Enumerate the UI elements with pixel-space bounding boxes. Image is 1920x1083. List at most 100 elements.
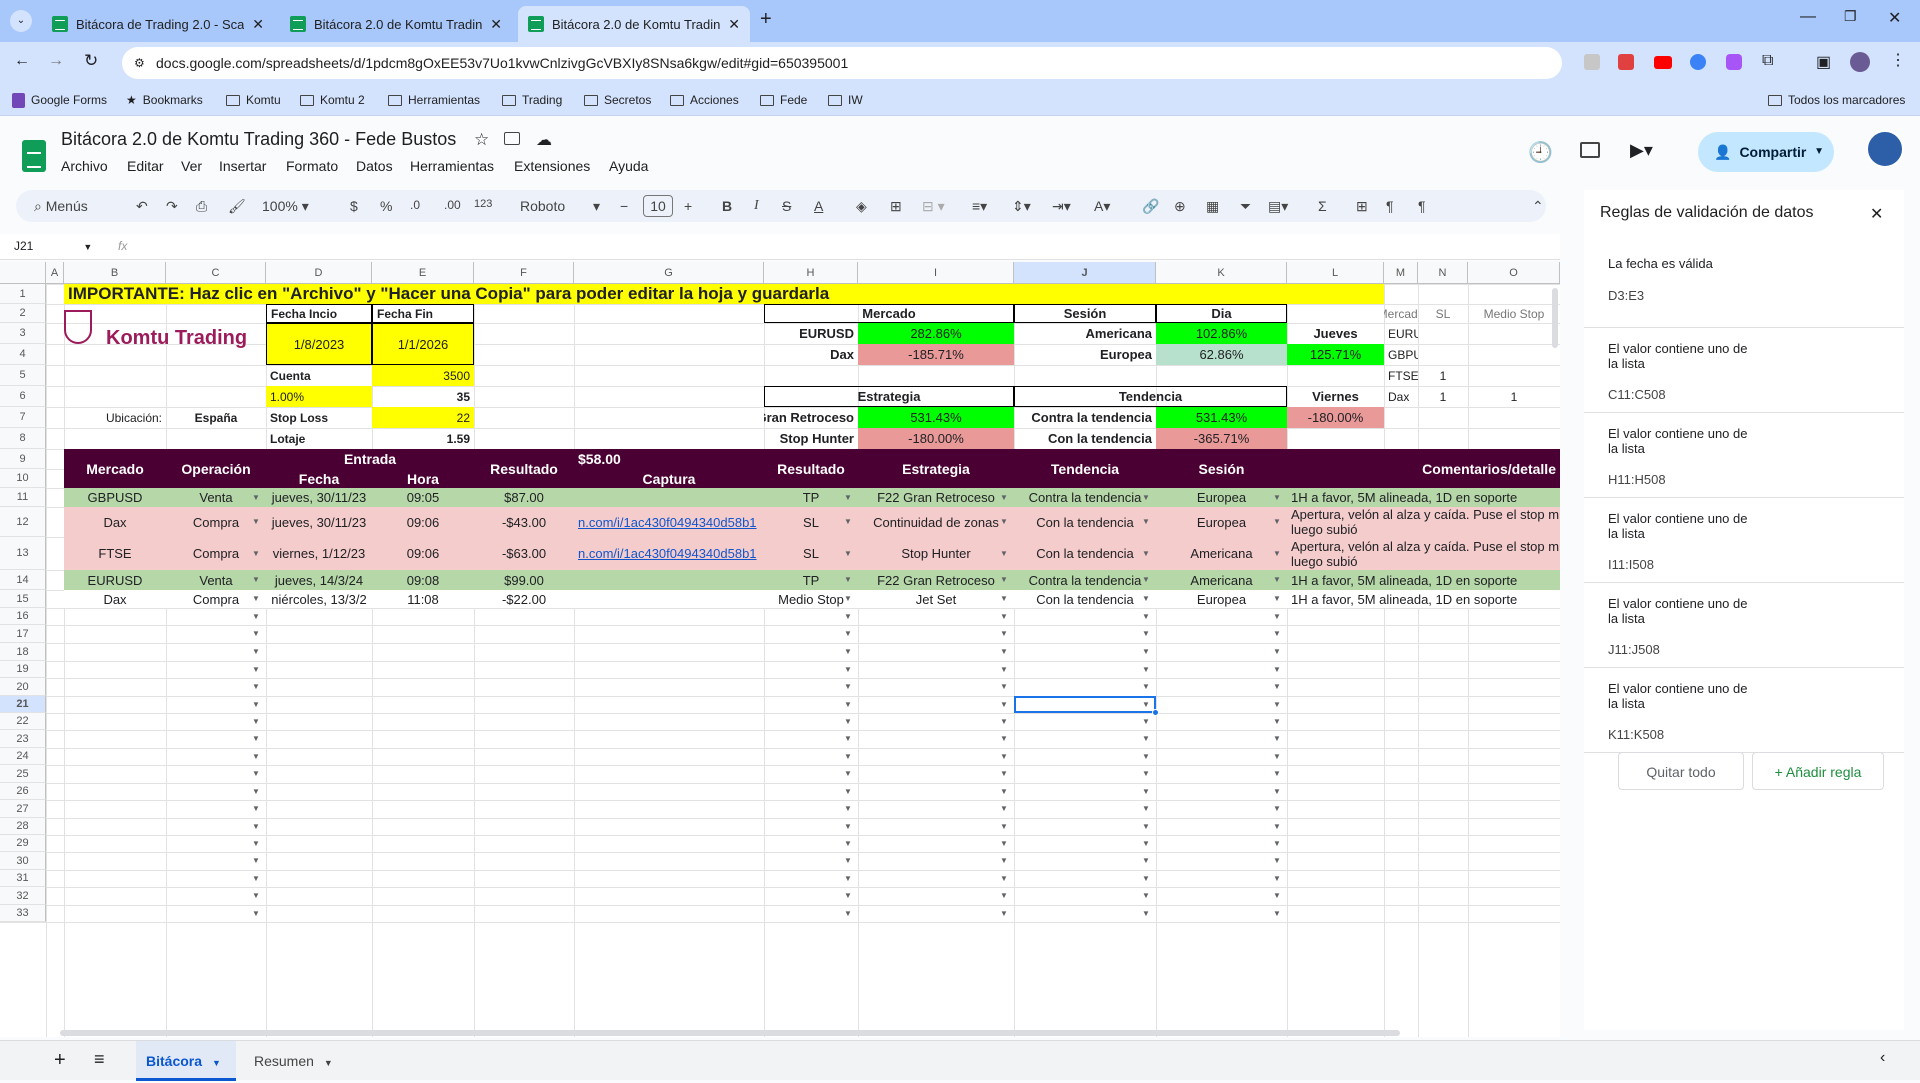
sheet-tab-resumen[interactable]: Resumen ▼ [244, 1041, 344, 1081]
row-header[interactable]: 25 [0, 765, 46, 783]
cell[interactable]: -180.00% [1287, 407, 1384, 428]
text-rotation-icon[interactable]: A▾ [1094, 198, 1110, 215]
trade-captura-link[interactable]: n.com/i/1ac430f0494340d58b1 [574, 507, 764, 537]
row-header[interactable]: 6 [0, 386, 46, 407]
trade-estrategia[interactable]: F22 Gran Retroceso [858, 570, 1014, 590]
trade-sesion[interactable]: Europea [1156, 590, 1287, 608]
cell[interactable]: SL [1418, 304, 1468, 323]
trade-fecha[interactable]: jueves, 30/11/23 [266, 488, 372, 507]
explore-icon[interactable]: ‹ [1880, 1049, 1885, 1067]
column-header[interactable]: F [474, 262, 574, 284]
dropdown-arrow-icon[interactable]: ▼ [252, 769, 260, 778]
tab-list-icon[interactable]: ⌄ [10, 10, 32, 32]
row-header[interactable]: 3 [0, 323, 46, 344]
row-header[interactable]: 1 [0, 284, 46, 304]
header-hora[interactable]: Hora [372, 469, 474, 488]
text-color-icon[interactable]: A [814, 198, 823, 214]
all-sheets-icon[interactable]: ≡ [94, 1049, 105, 1070]
minimize-icon[interactable]: — [1800, 8, 1816, 26]
paint-format-icon[interactable]: 🖌 [228, 198, 246, 215]
trade-mercado[interactable]: Dax [64, 590, 166, 608]
fill-color-icon[interactable]: ◈ [856, 198, 867, 215]
currency-format[interactable]: $ [350, 198, 358, 214]
trade-estrategia[interactable]: Stop Hunter [858, 537, 1014, 570]
validation-rule[interactable]: La fecha es válida D3:E3 [1584, 244, 1904, 328]
dropdown-arrow-icon[interactable]: ▼ [1273, 549, 1281, 558]
dropdown-arrow-icon[interactable]: ▼ [844, 629, 852, 638]
dropdown-arrow-icon[interactable]: ▼ [252, 549, 260, 558]
font-size-decrease[interactable]: − [620, 198, 628, 214]
trade-operacion[interactable]: Compra [166, 507, 266, 537]
trade-operacion[interactable]: Compra [166, 537, 266, 570]
cell[interactable]: Ubicación: [64, 407, 166, 428]
trade-estrategia[interactable]: F22 Gran Retroceso [858, 488, 1014, 507]
bookmark-google-forms[interactable]: Google Forms [12, 90, 107, 110]
trade-estrategia[interactable]: Continuidad de zonas [858, 507, 1014, 537]
trade-hora[interactable]: 09:08 [372, 570, 474, 590]
cell[interactable]: GBPUSD [1384, 344, 1418, 365]
trade-tendencia[interactable]: Con la tendencia [1014, 537, 1156, 570]
dropdown-arrow-icon[interactable]: ▼ [844, 493, 852, 502]
extensions-puzzle-icon[interactable]: ⧉ [1762, 52, 1773, 70]
cell[interactable]: Lotaje [266, 428, 372, 449]
validation-rule[interactable]: El valor contiene uno de la lista I11:I50… [1584, 499, 1904, 583]
bookmark-folder[interactable]: Komtu [226, 90, 281, 110]
dropdown-arrow-icon[interactable]: ▼ [844, 769, 852, 778]
menu-herramientas[interactable]: Herramientas [410, 158, 494, 174]
row-header[interactable]: 9 [0, 449, 46, 469]
window-close-icon[interactable]: ✕ [1888, 8, 1901, 28]
side-panel-icon[interactable]: ▣ [1816, 52, 1831, 72]
cell[interactable]: Con la tendencia [1014, 428, 1156, 449]
bold-icon[interactable]: B [722, 198, 732, 214]
header-tendencia[interactable]: Tendencia [1014, 449, 1156, 488]
cell[interactable]: EURUSD [1384, 323, 1418, 344]
name-box[interactable]: J21 ▼ [14, 239, 92, 253]
dropdown-arrow-icon[interactable]: ▼ [1000, 909, 1008, 918]
cell[interactable]: Dax [764, 344, 858, 365]
validation-rule[interactable]: El valor contiene uno de la lista K11:K50… [1584, 669, 1904, 753]
row-header[interactable]: 10 [0, 469, 46, 488]
dropdown-arrow-icon[interactable]: ▼ [1142, 575, 1150, 584]
row-header[interactable]: 21 [0, 696, 46, 713]
bookmark-folder[interactable]: Komtu 2 [300, 90, 365, 110]
cell[interactable] [1468, 365, 1560, 386]
dropdown-arrow-icon[interactable]: ▼ [1000, 629, 1008, 638]
menu-extensiones[interactable]: Extensiones [514, 158, 590, 174]
dropdown-arrow-icon[interactable]: ▼ [844, 549, 852, 558]
cell[interactable]: F22 Gran Retroceso [764, 407, 858, 428]
bookmark-folder[interactable]: Secretos [584, 90, 651, 110]
column-header[interactable]: N [1418, 262, 1468, 284]
cell[interactable]: -180.00% [858, 428, 1014, 449]
row-header[interactable]: 29 [0, 835, 46, 852]
trade-captura-link[interactable] [574, 488, 764, 507]
cell[interactable] [1468, 323, 1560, 344]
trade-tendencia[interactable]: Con la tendencia [1014, 507, 1156, 537]
add-sheet-icon[interactable]: + [54, 1049, 66, 1072]
total-result[interactable]: $58.00 [574, 449, 764, 469]
font-size-increase[interactable]: + [684, 198, 692, 214]
extension-icon[interactable] [1726, 54, 1742, 70]
dropdown-arrow-icon[interactable]: ▼ [1142, 493, 1150, 502]
trade-hora[interactable]: 09:06 [372, 537, 474, 570]
trade-mercado[interactable]: FTSE [64, 537, 166, 570]
dropdown-arrow-icon[interactable]: ▼ [252, 717, 260, 726]
dropdown-arrow-icon[interactable]: ▼ [1000, 517, 1008, 526]
cell[interactable]: 1.00% [266, 386, 372, 407]
dropdown-arrow-icon[interactable]: ▼ [1142, 647, 1150, 656]
dropdown-arrow-icon[interactable]: ▼ [1273, 629, 1281, 638]
dropdown-arrow-icon[interactable]: ▼ [844, 682, 852, 691]
browser-tab[interactable]: Bitácora de Trading 2.0 - Scalpi ✕ [42, 6, 274, 42]
cell[interactable]: 1/1/2026 [372, 323, 474, 365]
horizontal-scrollbar[interactable] [60, 1030, 1400, 1036]
header-comentarios[interactable]: Comentarios/detalle [1287, 449, 1560, 488]
close-icon[interactable]: ✕ [490, 16, 502, 33]
profile-avatar[interactable] [1850, 52, 1870, 72]
dropdown-arrow-icon[interactable]: ▼ [844, 891, 852, 900]
sheets-logo-icon[interactable] [22, 140, 46, 172]
dropdown-arrow-icon[interactable]: ▼ [1000, 752, 1008, 761]
extension-icon[interactable] [1690, 54, 1706, 70]
trade-fecha[interactable]: jueves, 30/11/23 [266, 507, 372, 537]
chevron-down-icon[interactable]: ▼ [324, 1058, 333, 1068]
dropdown-arrow-icon[interactable]: ▼ [1273, 700, 1281, 709]
column-header[interactable]: M [1384, 262, 1418, 284]
